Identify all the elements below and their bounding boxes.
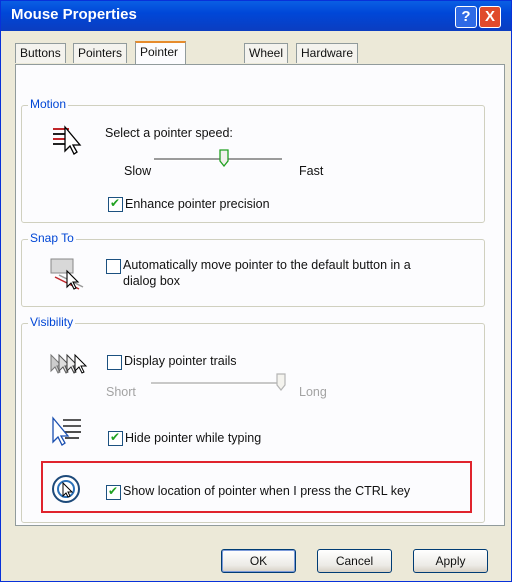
trails-slider-track[interactable] xyxy=(151,382,281,385)
auto-move-label-line1: Automatically move pointer to the defaul… xyxy=(123,258,411,272)
enhance-precision-checkbox[interactable] xyxy=(108,196,123,212)
show-ctrl-location-label: Show location of pointer when I press th… xyxy=(123,484,411,498)
auto-move-checkbox[interactable] xyxy=(106,259,121,274)
pointer-trails-checkbox[interactable] xyxy=(107,355,122,370)
window-title: Mouse Properties xyxy=(11,6,137,23)
title-bar[interactable]: Mouse Properties ? X xyxy=(1,1,511,31)
cancel-button[interactable]: Cancel xyxy=(317,549,392,573)
snap-to-icon xyxy=(50,258,84,290)
ok-button[interactable]: OK xyxy=(221,549,296,573)
tab-pointer-options[interactable]: Pointer Options xyxy=(135,41,187,78)
help-button[interactable]: ? xyxy=(455,6,477,28)
mouse-properties-window: Mouse Properties ? X Buttons Pointers Po… xyxy=(0,0,512,582)
hide-pointer-icon xyxy=(52,416,81,446)
ctrl-locate-icon xyxy=(52,475,80,503)
tab-pointers[interactable]: Pointers xyxy=(73,43,128,63)
speed-slider-thumb[interactable] xyxy=(219,149,230,167)
visibility-legend: Visibility xyxy=(28,315,76,329)
speed-slider-track[interactable] xyxy=(154,158,282,161)
apply-button[interactable]: Apply xyxy=(413,549,488,573)
close-button[interactable]: X xyxy=(479,6,501,28)
auto-move-label-line2: dialog box xyxy=(123,274,180,288)
pointer-trails-label: Display pointer trails xyxy=(124,354,237,368)
enhance-precision-label: Enhance pointer precision xyxy=(125,197,270,211)
long-label: Long xyxy=(299,385,327,399)
show-ctrl-location-checkbox[interactable] xyxy=(106,484,121,500)
pointer-speed-label: Select a pointer speed: xyxy=(105,126,233,140)
short-label: Short xyxy=(106,385,136,399)
pointer-trails-icon xyxy=(50,353,88,374)
slow-label: Slow xyxy=(124,164,152,178)
tab-wheel[interactable]: Wheel xyxy=(244,43,289,63)
snap-to-legend: Snap To xyxy=(28,231,76,245)
motion-legend: Motion xyxy=(28,97,69,111)
pointer-speed-icon xyxy=(53,125,82,155)
snap-to-group: Snap To xyxy=(21,231,485,307)
trails-slider-thumb[interactable] xyxy=(276,373,286,391)
hide-while-typing-checkbox[interactable] xyxy=(108,430,123,446)
tab-hardware[interactable]: Hardware xyxy=(296,43,359,63)
tab-buttons[interactable]: Buttons xyxy=(15,43,66,63)
fast-label: Fast xyxy=(299,164,324,178)
hide-while-typing-label: Hide pointer while typing xyxy=(125,431,262,445)
